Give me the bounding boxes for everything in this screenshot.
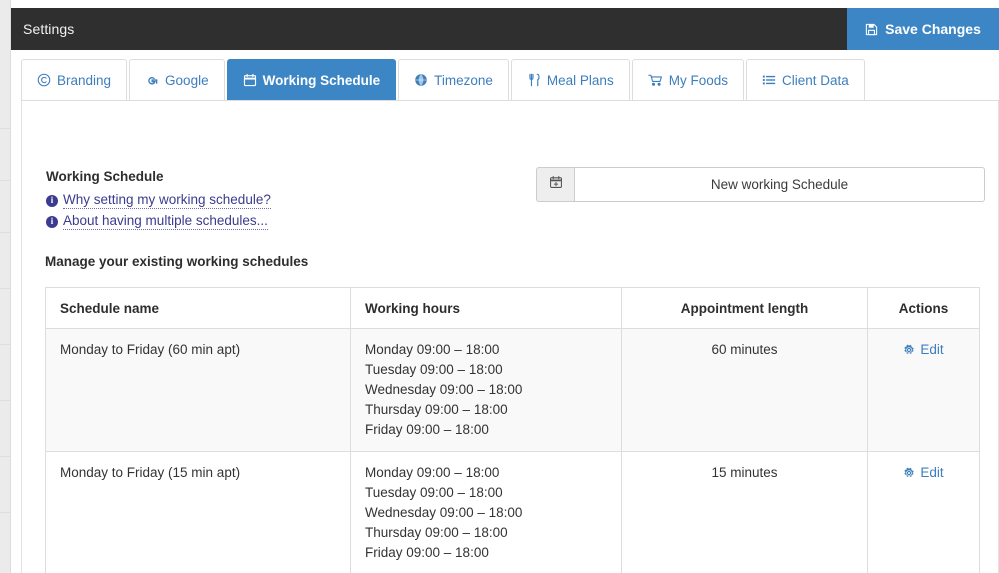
schedules-table-wrapper: Schedule name Working hours Appointment … bbox=[45, 287, 980, 573]
table-body: Monday to Friday (60 min apt) Monday 09:… bbox=[45, 328, 980, 573]
tab-client-data[interactable]: Client Data bbox=[745, 59, 865, 100]
help-link-multiple-schedules[interactable]: i About having multiple schedules... bbox=[46, 213, 268, 230]
hours-line: Thursday 09:00 – 18:00 bbox=[365, 402, 508, 417]
info-circle-icon: i bbox=[46, 215, 58, 228]
globe-icon bbox=[414, 73, 428, 87]
gear-icon bbox=[903, 344, 915, 356]
new-working-schedule-group: New working Schedule bbox=[536, 167, 985, 202]
column-header-appointment-length: Appointment length bbox=[621, 287, 868, 329]
help-link-multiple-schedules-label: About having multiple schedules... bbox=[63, 213, 268, 230]
page-body: Settings Save Changes Branding Google Wo… bbox=[11, 0, 999, 573]
hours-line: Monday 09:00 – 18:00 bbox=[365, 342, 500, 357]
column-header-schedule-name: Schedule name bbox=[45, 287, 351, 329]
google-g-icon bbox=[145, 73, 159, 87]
save-changes-button[interactable]: Save Changes bbox=[847, 8, 999, 50]
tab-branding-label: Branding bbox=[57, 72, 112, 88]
settings-tab-bar: Branding Google Working Schedule Timezon… bbox=[21, 59, 999, 101]
calendar-plus-icon-addon[interactable] bbox=[536, 167, 574, 202]
section-title: Working Schedule bbox=[46, 169, 164, 184]
cell-schedule-name: Monday to Friday (60 min apt) bbox=[45, 328, 351, 452]
cell-actions: Edit bbox=[867, 328, 980, 452]
cell-appointment-length: 60 minutes bbox=[621, 328, 868, 452]
tab-branding[interactable]: Branding bbox=[21, 59, 128, 100]
tab-google[interactable]: Google bbox=[129, 59, 225, 100]
tab-google-label: Google bbox=[165, 72, 209, 88]
tab-my-foods-label: My Foods bbox=[668, 72, 728, 88]
settings-page: Settings Save Changes Branding Google Wo… bbox=[0, 0, 999, 573]
tab-client-data-label: Client Data bbox=[781, 72, 849, 88]
cell-schedule-name: Monday to Friday (15 min apt) bbox=[45, 451, 351, 573]
edit-schedule-link[interactable]: Edit bbox=[903, 340, 944, 360]
tab-my-foods[interactable]: My Foods bbox=[631, 59, 744, 100]
hours-line: Friday 09:00 – 18:00 bbox=[365, 422, 489, 437]
cell-actions: Edit bbox=[867, 451, 980, 573]
column-header-actions: Actions bbox=[867, 287, 980, 329]
tab-working-schedule[interactable]: Working Schedule bbox=[226, 59, 397, 100]
new-working-schedule-label: New working Schedule bbox=[710, 177, 849, 192]
cell-working-hours: Monday 09:00 – 18:00 Tuesday 09:00 – 18:… bbox=[350, 328, 622, 452]
working-schedule-panel: Working Schedule i Why setting my workin… bbox=[21, 101, 999, 573]
shopping-cart-icon bbox=[647, 73, 663, 87]
new-working-schedule-button[interactable]: New working Schedule bbox=[574, 167, 985, 202]
tab-timezone-label: Timezone bbox=[434, 72, 493, 88]
edit-schedule-label: Edit bbox=[920, 465, 944, 480]
table-head: Schedule name Working hours Appointment … bbox=[45, 287, 980, 329]
column-header-working-hours: Working hours bbox=[350, 287, 622, 329]
page-header-bar: Settings Save Changes bbox=[11, 8, 999, 50]
table-row: Monday to Friday (60 min apt) Monday 09:… bbox=[45, 328, 980, 452]
left-sidebar-strip bbox=[0, 0, 11, 573]
floppy-save-icon bbox=[865, 23, 878, 36]
copyright-icon bbox=[37, 73, 51, 87]
list-icon bbox=[762, 73, 776, 87]
tab-meal-plans-label: Meal Plans bbox=[546, 72, 614, 88]
edit-schedule-label: Edit bbox=[920, 342, 944, 357]
cell-appointment-length: 15 minutes bbox=[621, 451, 868, 573]
help-link-group: i Why setting my working schedule? i Abo… bbox=[46, 192, 271, 234]
tab-working-schedule-label: Working Schedule bbox=[262, 72, 381, 88]
hours-line: Tuesday 09:00 – 18:00 bbox=[365, 362, 503, 377]
hours-line: Monday 09:00 – 18:00 bbox=[365, 465, 500, 480]
table-header-row: Schedule name Working hours Appointment … bbox=[45, 287, 980, 329]
schedules-table: Schedule name Working hours Appointment … bbox=[45, 287, 980, 573]
save-changes-label: Save Changes bbox=[885, 21, 981, 37]
help-link-why-setting-label: Why setting my working schedule? bbox=[63, 192, 271, 209]
help-link-why-setting[interactable]: i Why setting my working schedule? bbox=[46, 192, 271, 209]
tab-meal-plans[interactable]: Meal Plans bbox=[510, 59, 630, 100]
table-row: Monday to Friday (15 min apt) Monday 09:… bbox=[45, 451, 980, 573]
tab-timezone[interactable]: Timezone bbox=[398, 59, 509, 100]
hours-line: Wednesday 09:00 – 18:00 bbox=[365, 505, 523, 520]
hours-line: Wednesday 09:00 – 18:00 bbox=[365, 382, 523, 397]
calendar-icon bbox=[243, 73, 257, 87]
hours-line: Tuesday 09:00 – 18:00 bbox=[365, 485, 503, 500]
cell-working-hours: Monday 09:00 – 18:00 Tuesday 09:00 – 18:… bbox=[350, 451, 622, 573]
hours-line: Friday 09:00 – 18:00 bbox=[365, 545, 489, 560]
calendar-plus-icon bbox=[549, 175, 563, 194]
edit-schedule-link[interactable]: Edit bbox=[903, 463, 944, 483]
info-circle-icon: i bbox=[46, 194, 58, 207]
gear-icon bbox=[903, 467, 915, 479]
cutlery-icon bbox=[527, 73, 541, 87]
page-title: Settings bbox=[23, 21, 75, 37]
hours-line: Thursday 09:00 – 18:00 bbox=[365, 525, 508, 540]
manage-schedules-title: Manage your existing working schedules bbox=[45, 254, 309, 269]
